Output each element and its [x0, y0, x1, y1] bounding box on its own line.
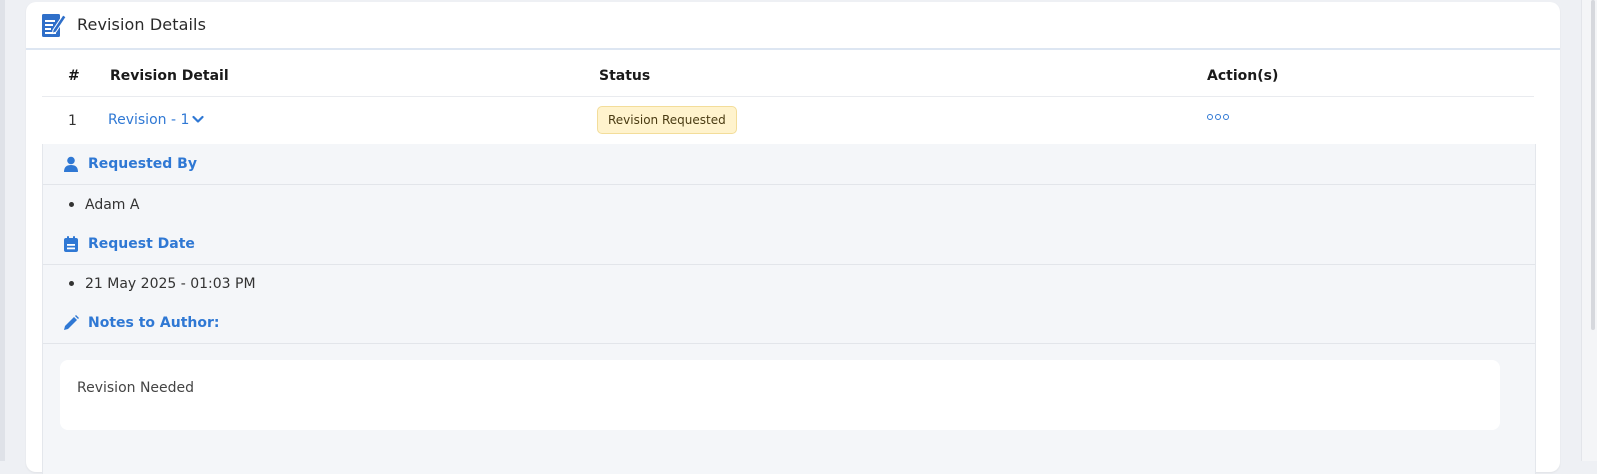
column-header-actions: Action(s)	[1207, 68, 1279, 84]
status-badge: Revision Requested	[597, 106, 737, 134]
requested-by-section: Requested By	[43, 144, 1535, 185]
list-item: Adam A	[69, 197, 139, 213]
notes-box: Revision Needed	[60, 360, 1500, 430]
column-header-number: #	[68, 68, 80, 84]
revision-toggle-link[interactable]: Revision - 1	[108, 112, 204, 128]
revision-link-label: Revision - 1	[108, 112, 190, 128]
chevron-down-icon	[192, 115, 204, 123]
notes-text: Revision Needed	[77, 380, 195, 396]
notes-label: Notes to Author:	[88, 315, 220, 331]
pencil-icon	[64, 315, 79, 330]
notes-section: Notes to Author:	[43, 303, 1535, 344]
requested-by-label: Requested By	[88, 156, 197, 172]
list-item: 21 May 2025 - 01:03 PM	[69, 276, 256, 292]
user-icon	[64, 156, 78, 172]
column-header-status: Status	[599, 68, 651, 84]
requested-by-value: Adam A	[85, 197, 140, 213]
edit-document-icon	[42, 14, 67, 37]
more-dots-icon[interactable]	[1207, 114, 1229, 120]
card-header: Revision Details	[26, 2, 1560, 50]
scrollbar-thumb[interactable]	[1591, 0, 1595, 330]
request-date-label: Request Date	[88, 236, 195, 252]
request-date-section: Request Date	[43, 224, 1535, 265]
card-title: Revision Details	[77, 15, 207, 34]
column-header-revision-detail: Revision Detail	[110, 68, 229, 84]
calendar-icon	[64, 236, 78, 252]
revision-details-card: Revision Details # Revision Detail Statu…	[26, 2, 1560, 474]
request-date-value: 21 May 2025 - 01:03 PM	[85, 276, 256, 292]
table-header-row: # Revision Detail Status Action(s)	[42, 52, 1534, 97]
revision-details-panel: Requested By Adam A Request Date 21 May …	[42, 144, 1536, 474]
table-row: 1 Revision - 1 Revision Requested	[42, 97, 1534, 145]
row-number: 1	[68, 113, 77, 129]
page-left-edge	[0, 0, 5, 461]
